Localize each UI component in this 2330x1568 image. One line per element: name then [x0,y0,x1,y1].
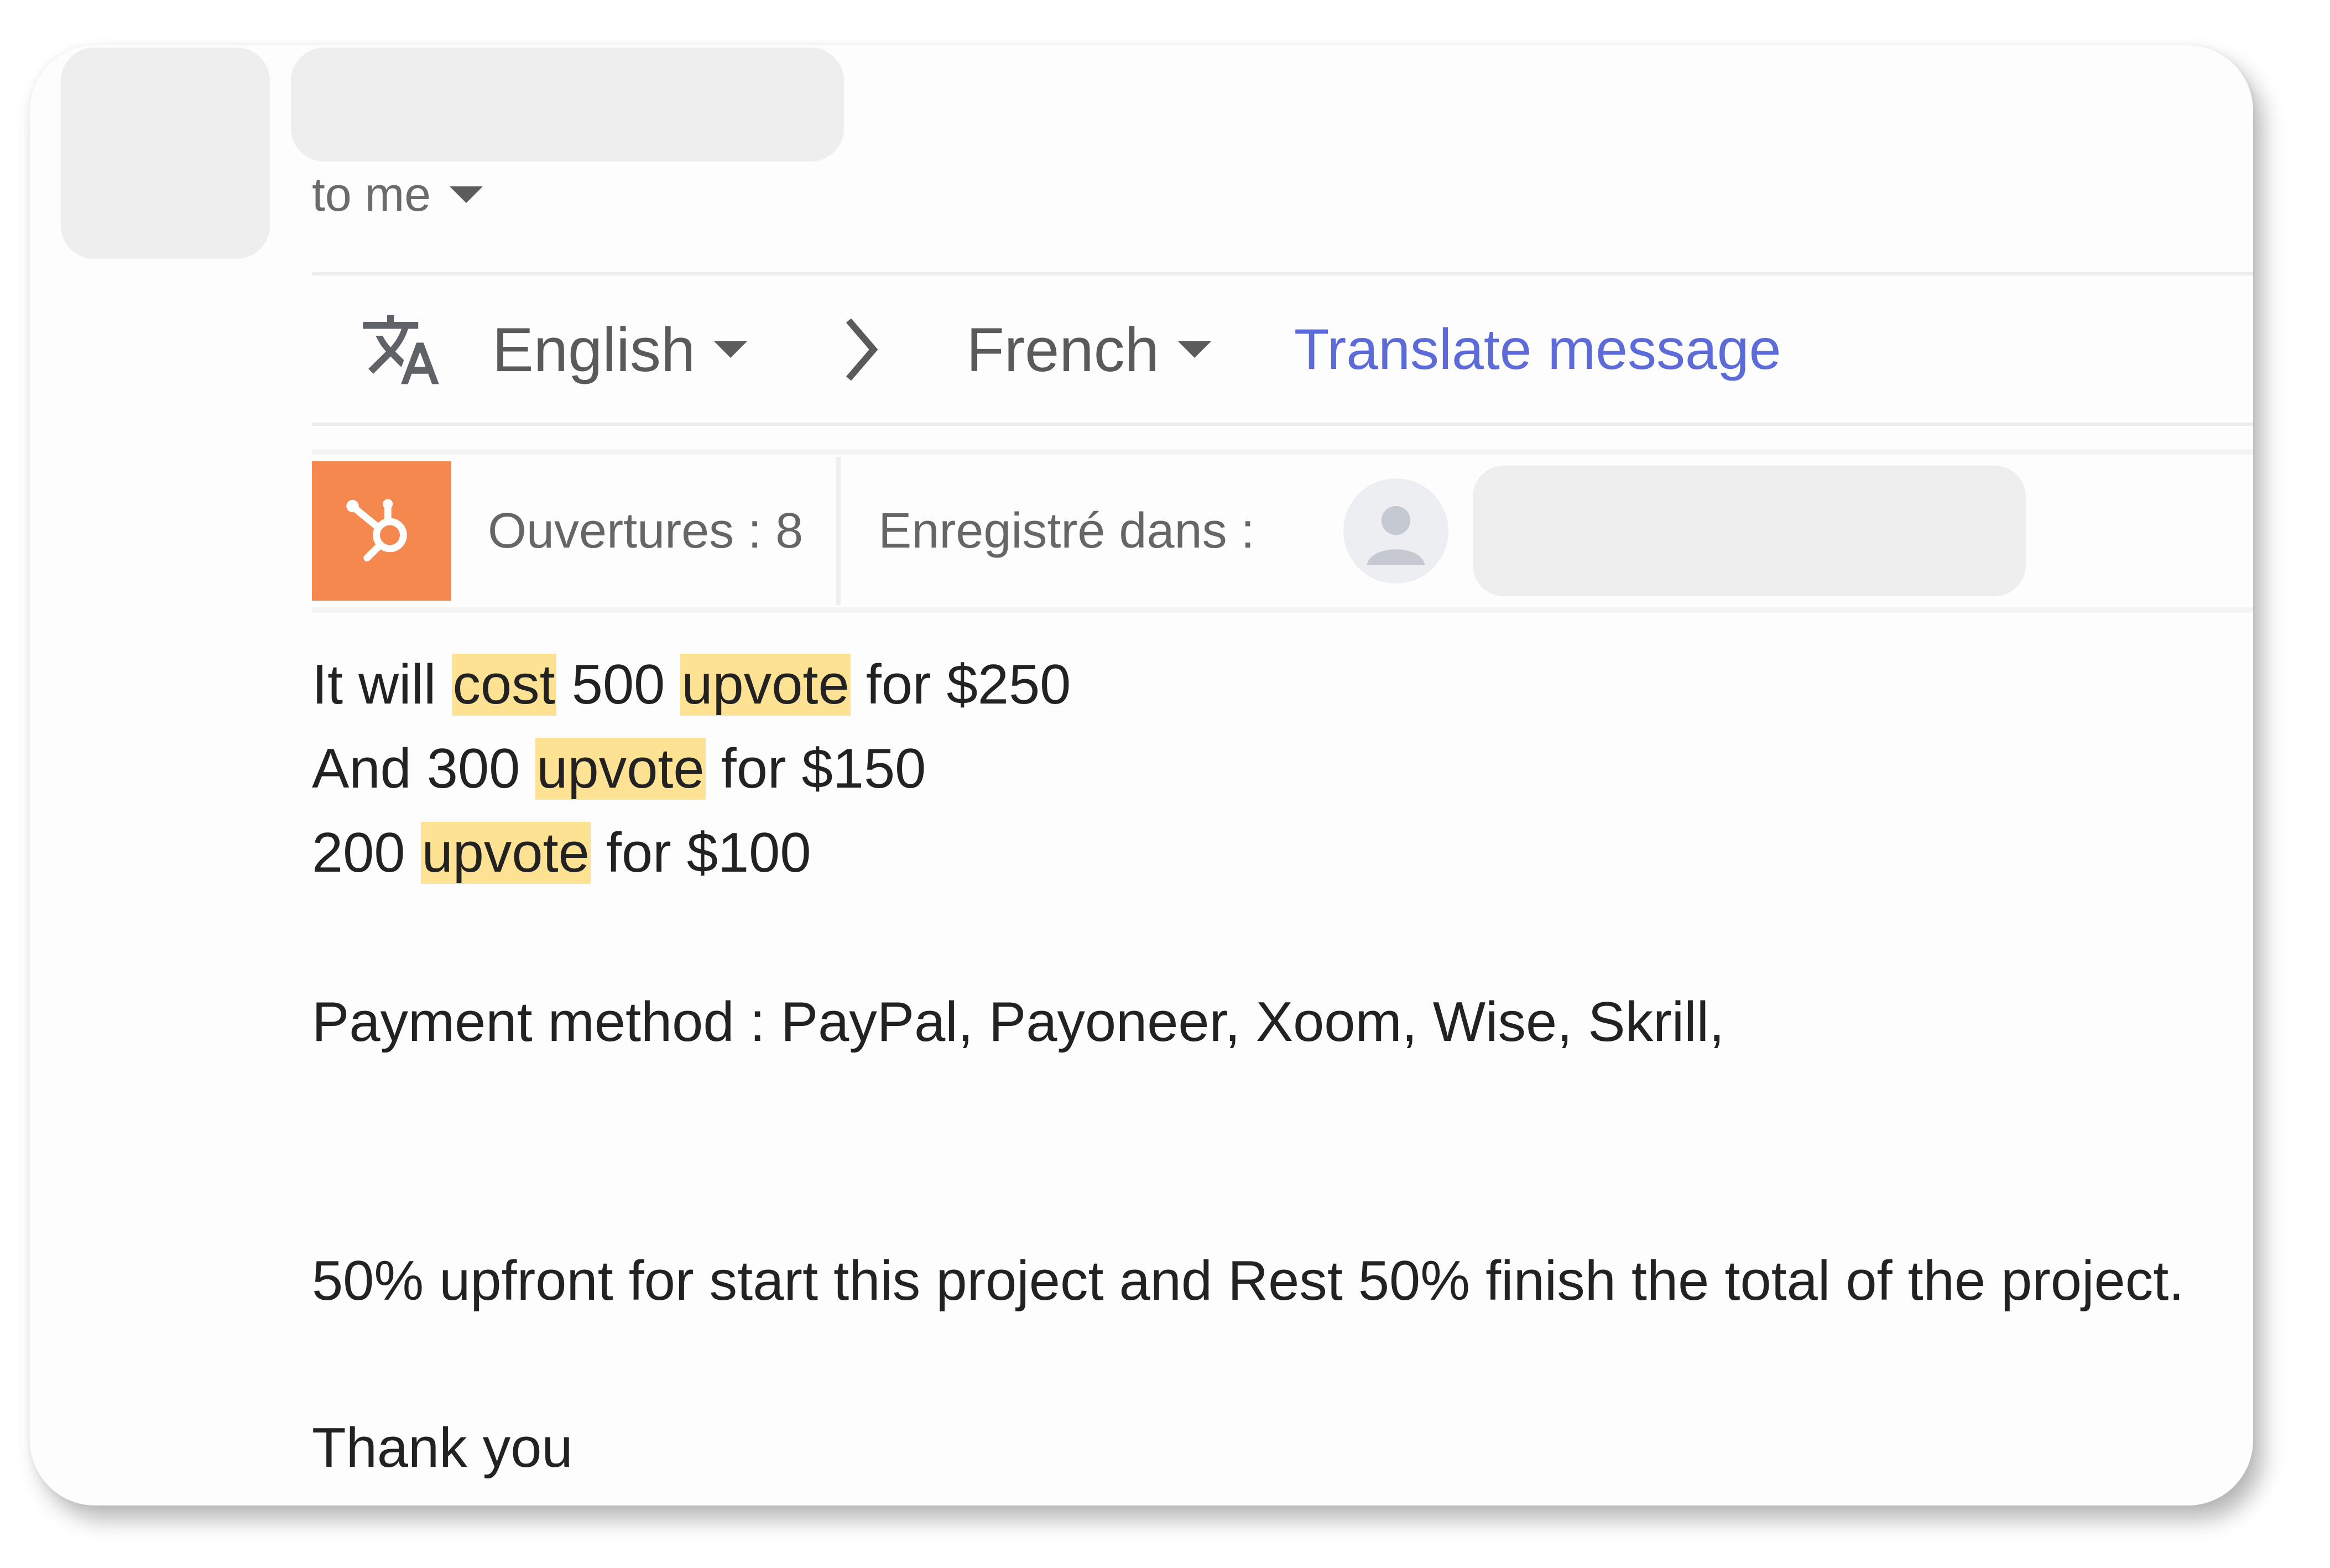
message-line: 200 upvote for $100 [312,811,2237,895]
divider [312,607,2253,613]
screenshot-root: to me English French Translate message O… [0,0,2330,1568]
dropdown-arrow-icon [450,186,483,203]
sender-avatar-redacted [61,48,270,259]
message-line: It will cost 500 upvote for $250 [312,643,2237,727]
text: for $250 [850,654,1071,716]
divider [312,449,2253,455]
opens-count: Ouvertures : 8 [451,457,841,605]
recipient-label: to me [312,168,431,221]
source-language-select[interactable]: English [492,314,748,386]
highlighted-word: upvote [535,738,706,800]
saved-in-label: Enregistré dans : [878,503,1255,559]
payment-terms-line: 50% upfront for start this project and R… [312,1250,2185,1312]
text: for $150 [705,738,926,800]
divider [312,423,2253,426]
user-avatar-icon [1343,478,1448,584]
sender-name-redacted [291,48,844,162]
record-owner-redacted [1472,466,2026,596]
text: for $100 [590,822,811,884]
highlighted-word: upvote [680,654,851,716]
translate-message-link[interactable]: Translate message [1294,317,1781,383]
payment-method-line: Payment method : PayPal, Payoneer, Xoom,… [312,991,1725,1053]
highlighted-word: cost [451,654,556,716]
opens-label: Ouvertures : 8 [488,503,804,559]
hubspot-sprocket-icon [346,499,407,562]
text: It will [312,654,452,716]
closing-line: Thank you [312,1417,573,1479]
message-body: It will cost 500 upvote for $250 And 300… [312,643,2237,1490]
target-language-select[interactable]: French [966,314,1211,386]
message-line: And 300 upvote for $150 [312,727,2237,811]
text: 200 [312,822,421,884]
saved-in-field: Enregistré dans : [841,457,2026,605]
translate-bar: English French Translate message [312,278,2253,421]
text: 500 [556,654,681,716]
hubspot-tracking-bar: Ouvertures : 8 Enregistré dans : [312,457,2253,605]
highlighted-word: upvote [420,822,591,884]
email-card: to me English French Translate message O… [30,45,2253,1506]
chevron-down-icon [714,341,748,358]
source-language-label: English [492,315,696,384]
target-language-label: French [966,315,1159,384]
recipient-details-toggle[interactable]: to me [312,162,483,228]
text: And 300 [312,738,536,800]
translate-icon [363,315,439,384]
hubspot-logo[interactable] [312,461,451,601]
chevron-right-icon [846,318,878,381]
divider [312,272,2253,275]
chevron-down-icon [1177,341,1211,358]
